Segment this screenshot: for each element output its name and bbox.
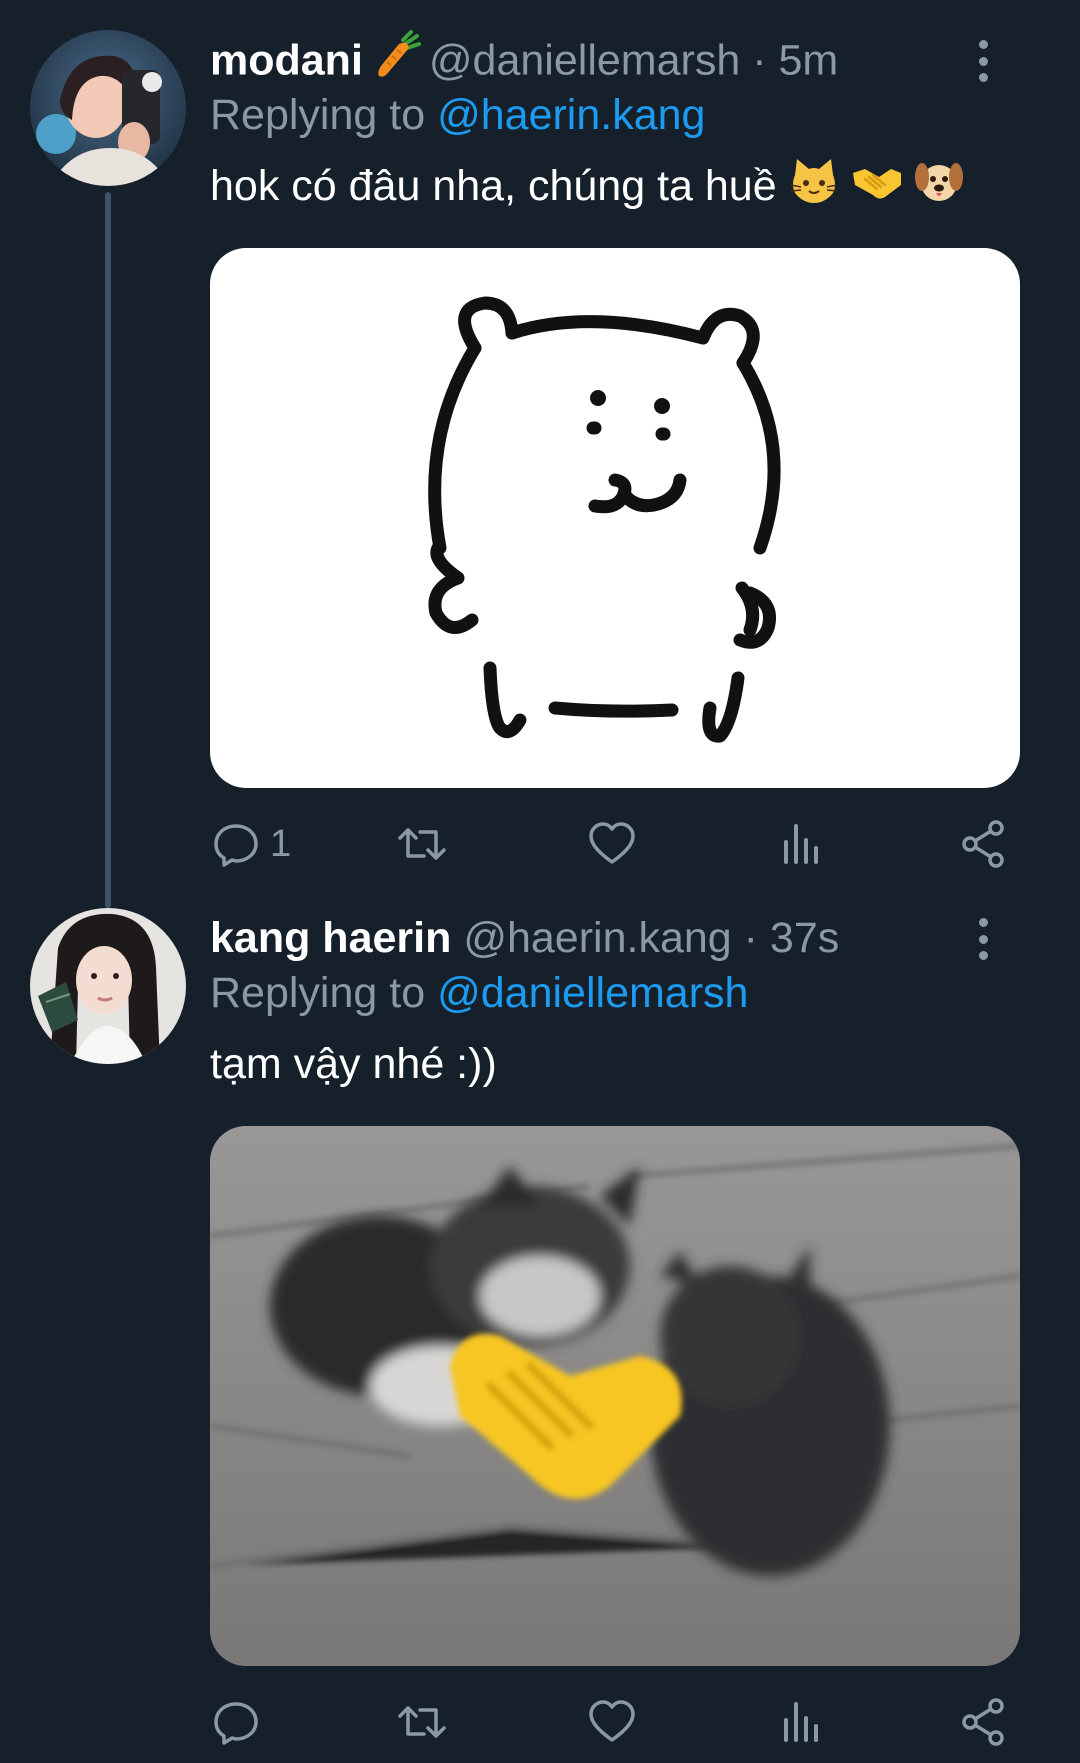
tweet-header: kang haerin @haerin.kang · 37s xyxy=(210,908,839,968)
bear-drawing-image[interactable] xyxy=(210,248,1020,788)
handle[interactable]: @haerin.kang xyxy=(463,914,731,962)
reply-count: 1 xyxy=(270,822,292,865)
heart-icon xyxy=(589,1700,635,1742)
retweet-icon xyxy=(398,1706,446,1738)
like-button[interactable] xyxy=(586,814,646,874)
timestamp[interactable]: 37s xyxy=(770,914,839,962)
handle[interactable]: @daniellemarsh xyxy=(429,36,740,84)
separator-dot: · xyxy=(743,914,758,962)
retweet-button[interactable] xyxy=(396,1692,456,1752)
tweet-1[interactable]: modani @daniellemarsh · 5m Replying to @… xyxy=(0,30,1080,870)
tweet-2[interactable]: kang haerin @haerin.kang · 37s Replying … xyxy=(0,908,1080,1753)
avatar-kang-haerin[interactable] xyxy=(30,908,186,1064)
analytics-icon xyxy=(784,1702,818,1742)
separator-dot: · xyxy=(752,36,767,85)
like-button[interactable] xyxy=(586,1692,646,1752)
tweet-text: hok có đâu nha, chúng ta huề xyxy=(210,162,777,210)
share-icon xyxy=(962,820,1004,868)
tweet-1-content: modani @daniellemarsh · 5m Replying to @… xyxy=(210,30,1020,870)
tweet-text-row: tạm vậy nhé :)) xyxy=(210,1033,497,1095)
replying-to-handle-link[interactable]: @haerin.kang xyxy=(437,91,705,139)
share-icon xyxy=(962,1698,1004,1746)
more-options-icon[interactable] xyxy=(968,914,998,964)
analytics-button[interactable] xyxy=(776,814,828,874)
share-button[interactable] xyxy=(958,814,1010,874)
handshake-icon xyxy=(851,155,903,222)
heart-icon xyxy=(589,822,635,864)
display-name[interactable]: kang haerin xyxy=(210,914,451,962)
tweet-text-row: hok có đâu nha, chúng ta huề xyxy=(210,155,964,217)
tweet-2-action-bar xyxy=(210,1692,1020,1752)
tweet-header: modani @daniellemarsh · 5m xyxy=(210,30,838,90)
kittens-handshake-image[interactable] xyxy=(210,1126,1020,1666)
tweet-2-content: kang haerin @haerin.kang · 37s Replying … xyxy=(210,908,1020,1753)
replying-to-label: Replying to xyxy=(210,91,426,139)
tweet-text: tạm vậy nhé :)) xyxy=(210,1040,497,1088)
tweet-1-action-bar: 1 xyxy=(210,814,1020,874)
reply-button[interactable]: 1 xyxy=(210,814,291,874)
replying-to-line: Replying to @daniellemarsh xyxy=(210,965,748,1021)
replying-to-handle-link[interactable]: @daniellemarsh xyxy=(437,969,748,1017)
retweet-button[interactable] xyxy=(396,814,456,874)
cat-face-icon xyxy=(789,155,839,222)
reply-icon xyxy=(214,824,258,867)
replying-to-label: Replying to xyxy=(210,969,426,1017)
display-name[interactable]: modani xyxy=(210,36,363,84)
replying-to-line: Replying to @haerin.kang xyxy=(210,87,705,143)
analytics-icon xyxy=(784,824,818,864)
retweet-icon xyxy=(398,828,446,860)
share-button[interactable] xyxy=(958,1692,1010,1752)
more-options-icon[interactable] xyxy=(968,36,998,86)
analytics-button[interactable] xyxy=(776,1692,828,1752)
dog-face-icon xyxy=(914,155,964,222)
reply-icon xyxy=(214,1702,258,1745)
avatar-modani[interactable] xyxy=(30,30,186,186)
timestamp[interactable]: 5m xyxy=(779,36,839,84)
reply-button[interactable] xyxy=(210,1692,270,1752)
